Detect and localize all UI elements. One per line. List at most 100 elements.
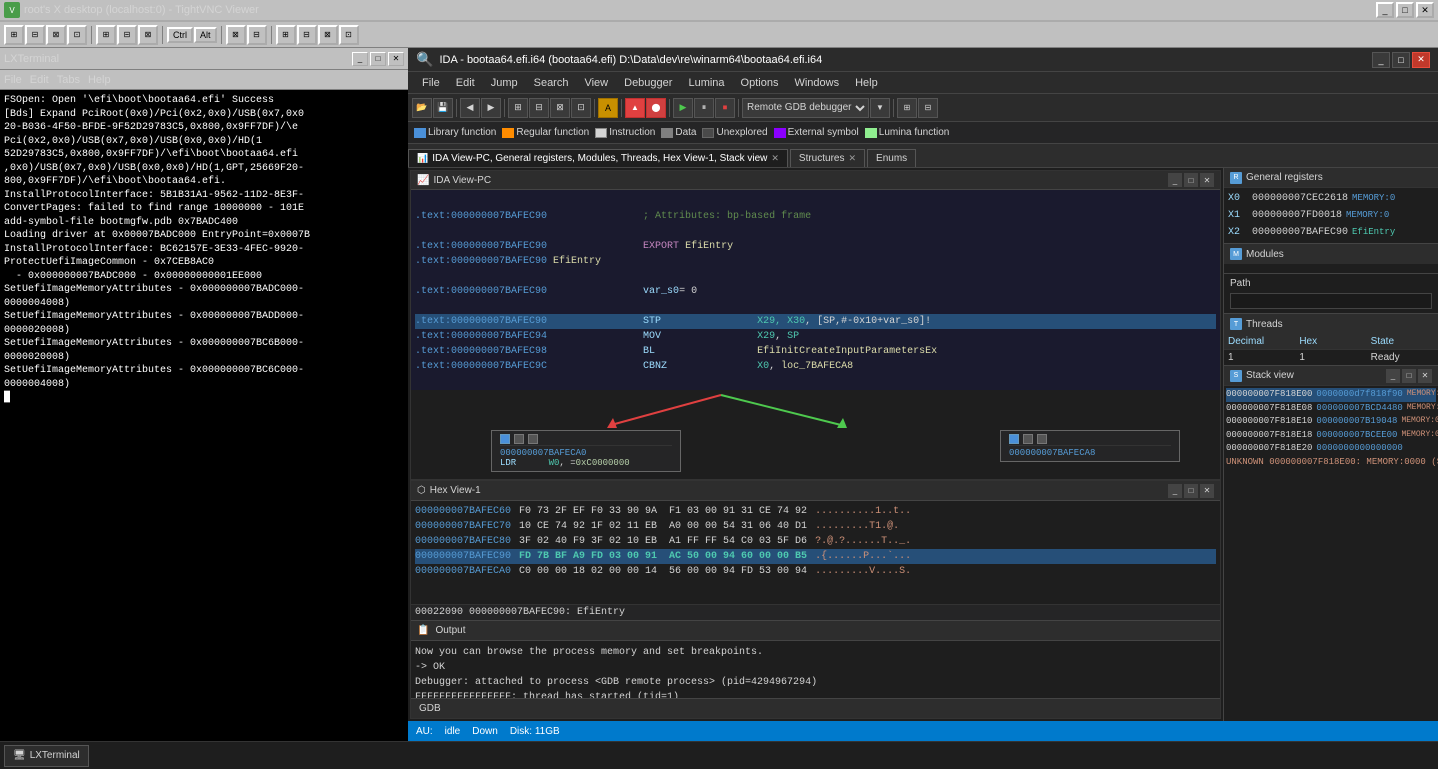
stack-addr-4: 000000007F818E18	[1226, 429, 1312, 443]
vnc-toolbar-btn-1[interactable]: ⊞	[4, 25, 24, 45]
vnc-minimize-btn[interactable]: _	[1376, 2, 1394, 18]
output-gdb-tab[interactable]: GDB	[419, 703, 441, 714]
vnc-maximize-btn[interactable]: □	[1396, 2, 1414, 18]
toolbar-run-btn[interactable]: ▶	[673, 98, 693, 118]
terminal-menu-help[interactable]: Help	[88, 74, 111, 86]
menu-edit[interactable]: Edit	[448, 76, 483, 90]
stack-view-title: Stack view	[1246, 370, 1294, 381]
gen-reg-content: X0 000000007CEC2618 MEMORY:0 X1 00000000…	[1224, 188, 1438, 243]
vnc-toolbar-btn-11[interactable]: ⊟	[297, 25, 317, 45]
vnc-alt-btn[interactable]: Alt	[194, 27, 217, 43]
graph-node-right[interactable]: 000000007BAFECA8	[1000, 430, 1180, 462]
toolbar-bp-btn[interactable]: ⬤	[646, 98, 666, 118]
vnc-toolbar-btn-5[interactable]: ⊞	[96, 25, 116, 45]
output-content[interactable]: Now you can browse the process memory an…	[411, 641, 1220, 698]
vnc-toolbar-btn-3[interactable]: ⊠	[46, 25, 66, 45]
terminal-min-btn[interactable]: _	[352, 52, 368, 66]
terminal-menu-edit[interactable]: Edit	[30, 74, 49, 86]
toolbar-highlight-btn[interactable]: ▲	[625, 98, 645, 118]
vnc-toolbar-btn-12[interactable]: ⊠	[318, 25, 338, 45]
vnc-close-btn[interactable]: ✕	[1416, 2, 1434, 18]
hex-line-3: 000000007BAFEC80 3F 02 40 F9 3F 02 10 EB…	[415, 534, 1216, 549]
vnc-toolbar-btn-8[interactable]: ⊠	[226, 25, 246, 45]
tab-structures-close[interactable]: ✕	[848, 154, 856, 163]
toolbar: 📂 💾 ◀ ▶ ⊞ ⊟ ⊠ ⊡ A ▲ ⬤ ▶ ⏸ ⏹ Remote GDB d…	[408, 94, 1438, 122]
tab-main-close[interactable]: ✕	[771, 154, 779, 163]
toolbar-extra-btn-1[interactable]: ⊞	[897, 98, 917, 118]
ida-view-close[interactable]: ✕	[1200, 173, 1214, 187]
vnc-ctrl-btn[interactable]: Ctrl	[167, 27, 193, 43]
menu-options[interactable]: Options	[733, 76, 787, 90]
menu-debugger[interactable]: Debugger	[616, 76, 680, 90]
menu-bar: File Edit Jump Search View Debugger Lumi…	[408, 72, 1438, 94]
toolbar-back-btn[interactable]: ◀	[460, 98, 480, 118]
hex-close[interactable]: ✕	[1200, 484, 1214, 498]
hex-content[interactable]: 000000007BAFEC60 F0 73 2F EF F0 33 90 9A…	[411, 501, 1220, 604]
toolbar-remote-btn[interactable]: ▼	[870, 98, 890, 118]
tab-main[interactable]: 📊 IDA View-PC, General registers, Module…	[408, 149, 788, 167]
hex-bytes-1: F0 73 2F EF F0 33 90 9A F1 03 00 91 31 C…	[519, 504, 807, 519]
terminal-menu-file[interactable]: File	[4, 74, 22, 86]
ida-view-pc-titlebar: 📈 IDA View-PC _ □ ✕	[411, 171, 1220, 190]
tab-enums[interactable]: Enums	[867, 149, 916, 167]
toolbar-save-btn[interactable]: 💾	[433, 98, 453, 118]
vnc-toolbar-btn-4[interactable]: ⊡	[67, 25, 87, 45]
legend-instruction: Instruction	[595, 127, 655, 138]
ida-min-btn[interactable]: _	[1372, 52, 1390, 68]
stack-line-5: 000000007F818E20 0000000000000000	[1226, 442, 1436, 456]
terminal-close-btn[interactable]: ✕	[388, 52, 404, 66]
menu-jump[interactable]: Jump	[483, 76, 526, 90]
menu-view[interactable]: View	[576, 76, 616, 90]
ida-close-btn[interactable]: ✕	[1412, 52, 1430, 68]
vnc-title-bar: V root's X desktop (localhost:0) - Tight…	[0, 0, 1438, 22]
vnc-toolbar-btn-13[interactable]: ⊡	[339, 25, 359, 45]
output-footer-tab[interactable]: GDB	[411, 698, 1220, 718]
hex-min[interactable]: _	[1168, 484, 1182, 498]
menu-file[interactable]: File	[414, 76, 448, 90]
terminal-max-btn[interactable]: □	[370, 52, 386, 66]
stack-min[interactable]: _	[1386, 369, 1400, 383]
bottom-panels-row: ⬡ Hex View-1 _ □ ✕ 000000007BAFEC6	[410, 480, 1221, 719]
toolbar-open-btn[interactable]: 📂	[412, 98, 432, 118]
remote-debugger-dropdown[interactable]: Remote GDB debugger	[742, 98, 869, 118]
toolbar-btn-3[interactable]: ⊞	[508, 98, 528, 118]
menu-help[interactable]: Help	[847, 76, 886, 90]
toolbar-btn-5[interactable]: ⊠	[550, 98, 570, 118]
assembly-code-block[interactable]: .text:000000007BAFEC90 ; Attributes: bp-…	[411, 190, 1220, 390]
stack-content[interactable]: 000000007F818E00 0000000d7f818f90 MEMORY…	[1224, 386, 1438, 721]
terminal-menu-tabs[interactable]: Tabs	[57, 74, 80, 86]
hex-max[interactable]: □	[1184, 484, 1198, 498]
threads-row-1[interactable]: 1 1 Ready	[1224, 350, 1438, 365]
stack-close[interactable]: ✕	[1418, 369, 1432, 383]
toolbar-search-btn[interactable]: A	[598, 98, 618, 118]
menu-search[interactable]: Search	[526, 76, 577, 90]
vnc-toolbar-btn-2[interactable]: ⊟	[25, 25, 45, 45]
ida-restore-btn[interactable]: □	[1392, 52, 1410, 68]
vnc-toolbar-btn-9[interactable]: ⊟	[247, 25, 267, 45]
vnc-icon: V	[4, 2, 20, 18]
toolbar-forward-btn[interactable]: ▶	[481, 98, 501, 118]
vnc-toolbar-btn-7[interactable]: ⊠	[138, 25, 158, 45]
terminal-content[interactable]: FSOpen: Open '\efi\boot\bootaa64.efi' Su…	[0, 90, 408, 741]
path-label: Path	[1230, 278, 1432, 289]
ida-view-min[interactable]: _	[1168, 173, 1182, 187]
reg-row-x0: X0 000000007CEC2618 MEMORY:0	[1228, 190, 1434, 207]
toolbar-pause-btn[interactable]: ⏸	[694, 98, 714, 118]
graph-node-left[interactable]: 000000007BAFECA0 LDR W0, =0xC0000000	[491, 430, 681, 472]
menu-windows[interactable]: Windows	[786, 76, 847, 90]
stack-val-5: 0000000000000000	[1316, 442, 1402, 456]
menu-lumina[interactable]: Lumina	[680, 76, 732, 90]
vnc-toolbar-btn-10[interactable]: ⊞	[276, 25, 296, 45]
stack-max[interactable]: □	[1402, 369, 1416, 383]
toolbar-btn-4[interactable]: ⊟	[529, 98, 549, 118]
ida-view-max[interactable]: □	[1184, 173, 1198, 187]
path-input-area[interactable]	[1230, 293, 1432, 309]
toolbar-stop-btn[interactable]: ⏹	[715, 98, 735, 118]
output-panel: 📋 Output Now you can browse the process …	[411, 621, 1220, 718]
tab-structures[interactable]: Structures ✕	[790, 149, 865, 167]
toolbar-extra-btn-2[interactable]: ⊟	[918, 98, 938, 118]
toolbar-btn-6[interactable]: ⊡	[571, 98, 591, 118]
stack-ref-2: MEMORY:0000	[1407, 402, 1438, 416]
vnc-toolbar-btn-6[interactable]: ⊟	[117, 25, 137, 45]
taskbar-terminal[interactable]: 🖥 LXTerminal	[4, 745, 89, 767]
